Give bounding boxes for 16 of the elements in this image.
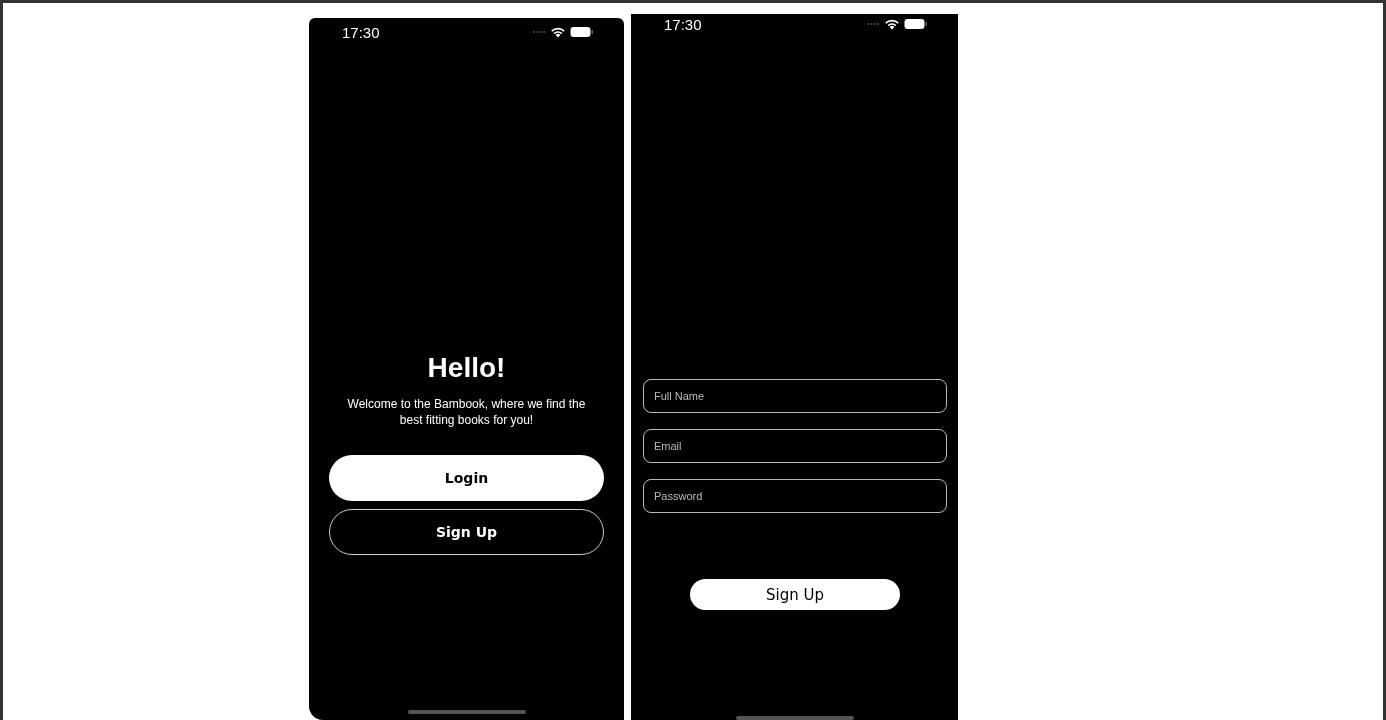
wifi-icon: [884, 18, 900, 30]
signup-button[interactable]: Sign Up: [690, 579, 900, 610]
status-time: 17:30: [664, 15, 702, 33]
signup-button[interactable]: Sign Up: [329, 509, 604, 555]
welcome-text: Welcome to the Bambook, where we find the best fitting books for you!: [346, 396, 587, 428]
signal-dots-icon: [866, 22, 880, 26]
input-field[interactable]: Full Name: [643, 379, 947, 413]
title: Hello!: [426, 352, 507, 384]
login-button[interactable]: Login: [329, 455, 604, 501]
battery-icon: [570, 26, 594, 38]
signal-dots-icon: [532, 30, 546, 34]
wifi-icon: [550, 26, 566, 38]
input-field[interactable]: Password: [643, 479, 947, 513]
battery-icon: [904, 18, 928, 30]
input-field[interactable]: Email: [643, 429, 947, 463]
status-time: 17:30: [342, 23, 380, 41]
